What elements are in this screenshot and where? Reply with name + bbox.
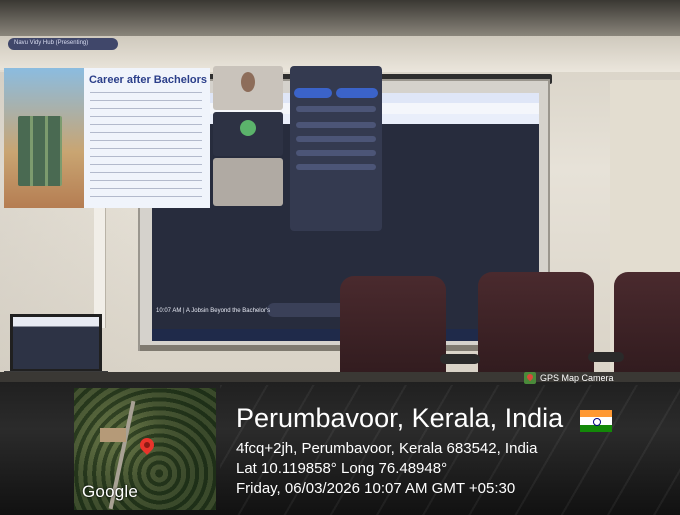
meeting-title: Navu Vidy Hub (Presenting) <box>14 40 89 46</box>
people-row <box>296 164 376 170</box>
chair <box>478 272 594 384</box>
gps-map-camera-badge: GPS Map Camera <box>524 371 614 385</box>
meeting-caption: 10:07 AM | A Jobsin Beyond the Bachelor'… <box>156 308 271 314</box>
india-flag-icon <box>580 410 612 432</box>
location-address: 4fcq+2jh, Perumbavoor, Kerala 683542, In… <box>236 440 538 457</box>
people-row <box>296 122 376 128</box>
chair <box>340 276 446 386</box>
avatar-icon <box>240 120 256 136</box>
chair-arm <box>440 354 480 364</box>
people-row <box>296 150 376 156</box>
slide-bullet-text <box>90 92 202 200</box>
people-search-row <box>296 106 376 112</box>
participant-group-tile <box>213 158 283 206</box>
map-building <box>100 428 126 442</box>
slide-title: Career after Bachelors <box>88 74 207 86</box>
ceiling <box>0 0 680 36</box>
location-coordinates: Lat 10.119858° Long 76.48948° <box>236 460 448 477</box>
chair-arm <box>588 352 624 362</box>
gps-camera-icon <box>524 372 536 384</box>
participant-face <box>241 72 255 92</box>
location-datetime: Friday, 06/03/2026 10:07 AM GMT +05:30 <box>236 480 516 497</box>
laptop-display <box>13 317 99 369</box>
location-title: Perumbavoor, Kerala, India <box>236 403 564 433</box>
people-row <box>296 136 376 142</box>
people-panel-button <box>294 88 332 98</box>
chair <box>614 272 680 384</box>
slide-app-grid <box>18 116 62 186</box>
google-logo: Google <box>82 482 139 501</box>
people-panel-button-add <box>336 88 378 98</box>
gps-badge-label: GPS Map Camera <box>540 373 614 383</box>
